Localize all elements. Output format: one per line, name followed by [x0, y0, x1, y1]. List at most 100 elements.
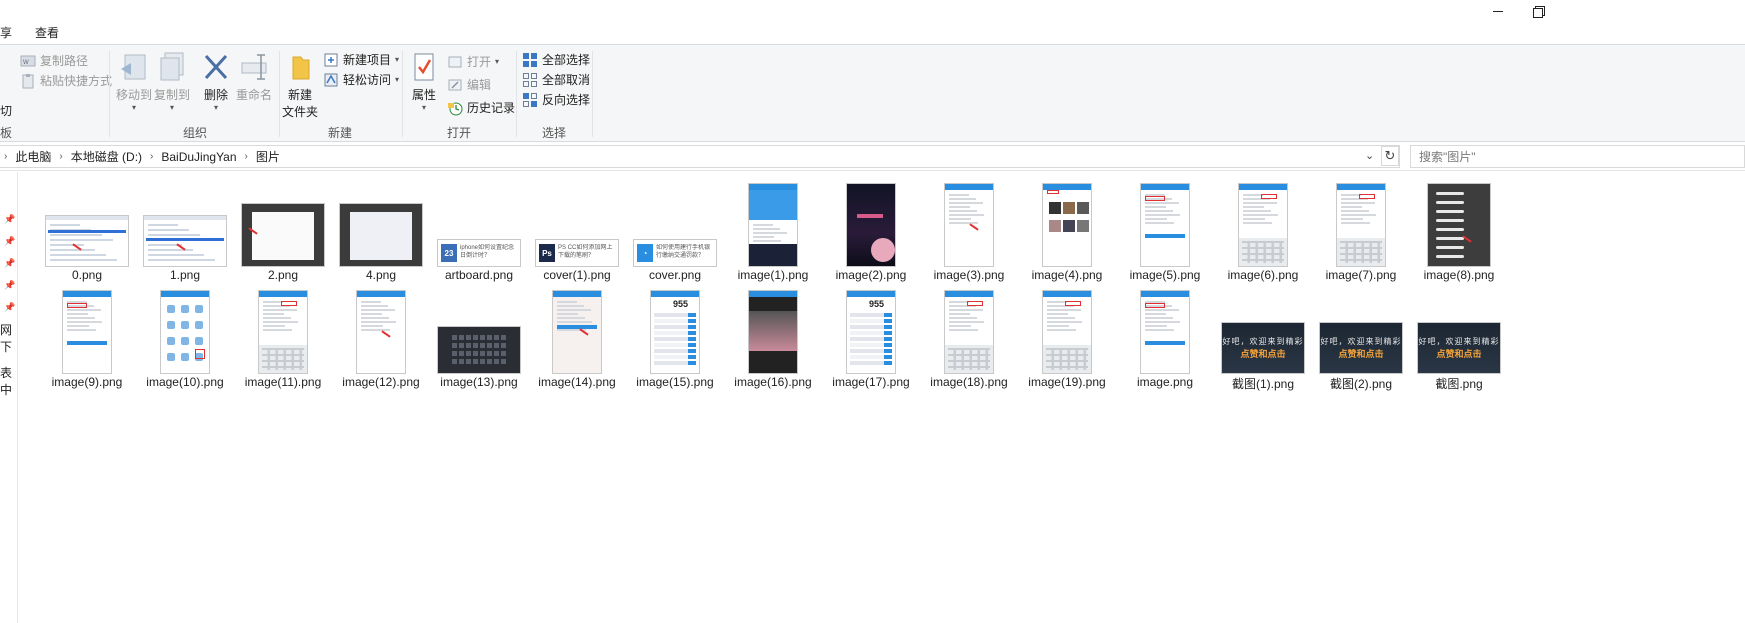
file-item[interactable]: image(7).png	[1312, 180, 1410, 284]
move-to-icon	[119, 51, 149, 86]
thumb-row	[50, 244, 84, 246]
search-input[interactable]: 搜索"图片"	[1410, 145, 1745, 168]
file-item[interactable]: image(1).png	[724, 180, 822, 284]
thumb-row	[50, 259, 117, 261]
nav-item-fragment[interactable]: 表中	[0, 364, 17, 398]
thumbnail-frame	[920, 287, 1018, 373]
file-item[interactable]: image(12).png	[332, 287, 430, 391]
thumb-line	[1047, 317, 1075, 319]
thumb-flower	[871, 238, 895, 262]
thumb-row	[654, 319, 696, 323]
file-item[interactable]: image(11).png	[234, 287, 332, 391]
select-none-button[interactable]: 全部取消	[522, 71, 590, 88]
thumb-line	[1145, 313, 1166, 315]
file-item[interactable]: 23 iphone如何设置纪念日倒计时？ artboard.png	[430, 180, 528, 284]
file-item[interactable]: Ps PS CC如何添加网上下载的笔刷？ cover(1).png	[528, 180, 626, 284]
breadcrumb[interactable]: › 此电脑 › 本地磁盘 (D:) › BaiDuJingYan › 图片 ⌄	[0, 145, 1400, 168]
file-item[interactable]: image.png	[1116, 287, 1214, 391]
rename-button[interactable]: 重命名	[236, 51, 272, 103]
crumb-drive-d[interactable]: 本地磁盘 (D:)	[67, 148, 146, 165]
file-item[interactable]: 好吧，欢迎来到精彩 点赞和点击 截图(1).png	[1214, 287, 1312, 391]
thumb-cell	[501, 335, 506, 340]
copy-to-button[interactable]: 复制到 ▾	[154, 51, 190, 112]
file-item[interactable]: ◔ 如何使用建行手机银行缴纳交通罚款？ cover.png	[626, 180, 724, 284]
open-button[interactable]: 打开 ▾	[447, 53, 499, 70]
pin-icon[interactable]: 📌	[4, 258, 15, 269]
chevron-right-icon[interactable]: ›	[146, 151, 157, 162]
copy-path-button[interactable]: W 复制路径	[20, 52, 88, 69]
easy-access-button[interactable]: 轻松访问 ▾	[323, 71, 399, 88]
move-to-button[interactable]: 移动到 ▾	[116, 51, 152, 112]
file-name: image(1).png	[737, 268, 809, 282]
file-item[interactable]: 好吧，欢迎来到精彩 点赞和点击 截图.png	[1410, 287, 1508, 391]
thumb-line	[1145, 218, 1167, 220]
file-item[interactable]: 1.png	[136, 180, 234, 284]
chevron-right-icon[interactable]: ›	[241, 151, 252, 162]
file-item[interactable]: 955 image(17).png	[822, 287, 920, 391]
thumb-line	[263, 329, 292, 331]
pin-icon[interactable]: 📌	[4, 280, 15, 291]
file-item[interactable]: image(3).png	[920, 180, 1018, 284]
file-item[interactable]: 好吧，欢迎来到精彩 点赞和点击 截图(2).png	[1312, 287, 1410, 391]
file-item[interactable]: image(13).png	[430, 287, 528, 391]
file-item[interactable]: image(16).png	[724, 287, 822, 391]
restore-icon	[1533, 6, 1545, 18]
tab-view[interactable]: 查看	[35, 24, 59, 41]
thumb-badge	[688, 313, 696, 317]
thumb-cell	[459, 359, 464, 364]
file-item[interactable]: image(4).png	[1018, 180, 1116, 284]
navigation-pane[interactable]: 📌 📌 📌 📌 📌 网下 表中	[0, 172, 18, 623]
select-all-button[interactable]: 全部选择	[522, 51, 590, 68]
file-item[interactable]: 955 image(15).png	[626, 287, 724, 391]
pin-icon[interactable]: 📌	[4, 214, 15, 225]
select-all-label: 全部选择	[542, 53, 591, 67]
properties-button[interactable]: 属性 ▾	[408, 51, 440, 112]
thumb-line	[1145, 317, 1173, 319]
file-item[interactable]: 2.png	[234, 180, 332, 284]
refresh-icon[interactable]: ↻	[1381, 146, 1399, 166]
file-item[interactable]: image(19).png	[1018, 287, 1116, 391]
tab-share[interactable]: 享	[0, 24, 12, 41]
crumb-pictures[interactable]: 图片	[252, 148, 284, 165]
red-arrow-mark	[381, 330, 391, 338]
new-item-button[interactable]: 新建项目 ▾	[323, 51, 399, 68]
invert-selection-button[interactable]: 反向选择	[522, 91, 590, 108]
new-folder-button[interactable]: 新建 文件夹	[282, 51, 318, 120]
file-thumbnail	[161, 291, 209, 373]
thumb-cell	[466, 351, 471, 356]
open-label: 打开	[467, 55, 492, 69]
paste-shortcut-button[interactable]: 粘贴快捷方式	[20, 72, 112, 89]
file-item[interactable]: image(8).png	[1410, 180, 1508, 284]
file-item[interactable]: image(2).png	[822, 180, 920, 284]
address-dropdown-icon[interactable]: ⌄	[1365, 149, 1374, 162]
edit-button[interactable]: 编辑	[447, 76, 491, 93]
thumb-product	[1077, 220, 1089, 232]
thumb-cell	[480, 359, 485, 364]
thumb-line	[557, 305, 584, 307]
file-item[interactable]: image(9).png	[38, 287, 136, 391]
red-box-mark	[1065, 301, 1081, 306]
delete-button[interactable]: 删除 ▾	[200, 51, 232, 112]
file-item[interactable]: image(5).png	[1116, 180, 1214, 284]
restore-button[interactable]	[1515, 0, 1561, 22]
file-item[interactable]: 0.png	[38, 180, 136, 284]
file-item[interactable]: image(14).png	[528, 287, 626, 391]
file-item[interactable]: image(6).png	[1214, 180, 1312, 284]
crumb-this-pc[interactable]: 此电脑	[11, 148, 55, 165]
thumb-app-icon	[167, 321, 175, 329]
chevron-right-icon[interactable]: ›	[55, 151, 66, 162]
file-item[interactable]: image(10).png	[136, 287, 234, 391]
pin-icon[interactable]: 📌	[4, 302, 15, 313]
file-item[interactable]: image(18).png	[920, 287, 1018, 391]
chevron-down-icon: ▾	[395, 55, 400, 64]
history-button[interactable]: 历史记录	[447, 99, 515, 116]
nav-item-fragment[interactable]: 网下	[0, 321, 17, 355]
pin-icon[interactable]: 📌	[4, 236, 15, 247]
file-name: 截图.png	[1435, 377, 1483, 391]
thumb-cell	[459, 335, 464, 340]
cut-fragment[interactable]: 切	[0, 102, 12, 119]
file-item[interactable]: 4.png	[332, 180, 430, 284]
file-name: image(14).png	[538, 375, 616, 389]
thumb-row	[50, 224, 80, 226]
crumb-baidujingyan[interactable]: BaiDuJingYan	[157, 150, 240, 164]
